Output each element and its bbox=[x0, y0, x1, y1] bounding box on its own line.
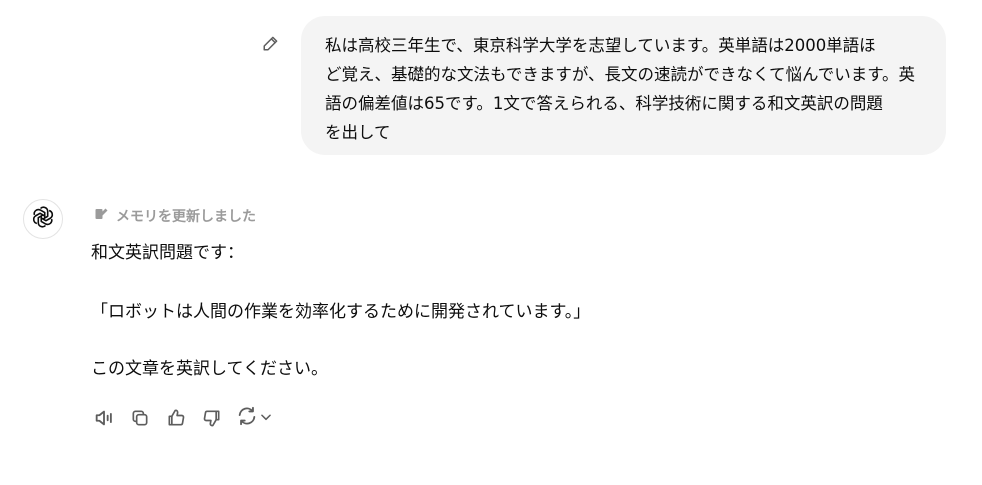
openai-logo-icon bbox=[31, 205, 55, 233]
bad-response-button[interactable] bbox=[200, 406, 224, 430]
read-aloud-button[interactable] bbox=[92, 406, 116, 430]
assistant-avatar bbox=[23, 199, 63, 239]
chevron-down-icon bbox=[259, 409, 273, 428]
regenerate-button[interactable] bbox=[236, 405, 273, 431]
copy-icon bbox=[130, 408, 150, 428]
response-problem: 「ロボットは人間の作業を効率化するために開発されています。」 bbox=[91, 302, 591, 322]
speaker-icon bbox=[93, 407, 115, 429]
memory-updated-note[interactable]: メモリを更新しました bbox=[94, 206, 256, 226]
thumbs-down-icon bbox=[202, 408, 222, 428]
memory-note-label: メモリを更新しました bbox=[116, 209, 256, 225]
thumbs-up-icon bbox=[166, 408, 186, 428]
user-message-bubble: 私は高校三年生で、東京科学大学を志望しています。英単語は2000単語ほ ど覚え、… bbox=[301, 16, 946, 155]
edit-message-button[interactable] bbox=[260, 34, 282, 56]
response-instruction: この文章を英訳してください。 bbox=[91, 359, 328, 379]
user-message-row: 私は高校三年生で、東京科学大学を志望しています。英単語は2000単語ほ ど覚え、… bbox=[0, 16, 982, 156]
response-intro: 和文英訳問題です： bbox=[91, 243, 244, 263]
memory-edit-icon bbox=[94, 206, 110, 226]
user-message-line: 私は高校三年生で、東京科学大学を志望しています。英単語は2000単語ほ bbox=[325, 36, 876, 55]
message-actions bbox=[92, 406, 273, 430]
copy-button[interactable] bbox=[128, 406, 152, 430]
user-message-line: を出して bbox=[325, 123, 391, 142]
refresh-icon bbox=[236, 405, 258, 431]
user-message-line: 語の偏差値は65です。1文で答えられる、科学技術に関する和文英訳の問題 bbox=[325, 94, 883, 113]
user-message-line: ど覚え、基礎的な文法もできますが、長文の速読ができなくて悩んでいます。英 bbox=[325, 65, 916, 84]
good-response-button[interactable] bbox=[164, 406, 188, 430]
pencil-icon bbox=[262, 34, 280, 56]
